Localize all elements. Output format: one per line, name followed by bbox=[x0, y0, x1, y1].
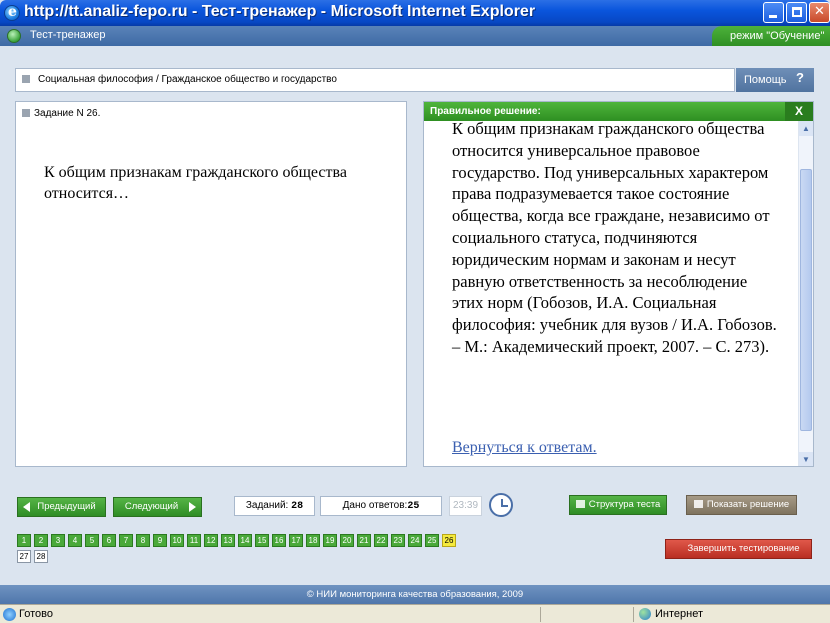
app-logo-icon bbox=[7, 29, 21, 43]
test-structure-button[interactable]: Структура теста bbox=[569, 495, 667, 515]
help-button[interactable]: Помощь ? bbox=[736, 68, 814, 92]
task-number-cell[interactable]: 7 bbox=[119, 534, 133, 547]
next-button[interactable]: Следующий bbox=[113, 497, 202, 517]
answered-counter: Дано ответов:25 bbox=[320, 496, 442, 516]
zone-text: Интернет bbox=[655, 608, 703, 620]
task-number-cell[interactable]: 27 bbox=[17, 550, 31, 563]
ie-logo-icon bbox=[4, 4, 20, 21]
task-number-cell[interactable]: 25 bbox=[425, 534, 439, 547]
task-number: Задание N 26. bbox=[34, 108, 101, 119]
task-number-cell[interactable]: 4 bbox=[68, 534, 82, 547]
answered-label: Дано ответов: bbox=[342, 500, 408, 511]
bullet-icon bbox=[22, 75, 30, 84]
task-number-cell[interactable]: 26 bbox=[442, 534, 456, 547]
help-label: Помощь bbox=[744, 74, 787, 86]
window-title: http://tt.analiz-fepo.ru - Тест-тренажер… bbox=[24, 3, 536, 20]
arrow-left-icon bbox=[23, 502, 30, 512]
task-label: Задание N 26. bbox=[22, 108, 100, 119]
solution-title: Правильное решение: bbox=[430, 106, 541, 117]
task-number-cell[interactable]: 22 bbox=[374, 534, 388, 547]
task-number-cell[interactable]: 12 bbox=[204, 534, 218, 547]
task-number-cell[interactable]: 16 bbox=[272, 534, 286, 547]
close-window-button[interactable]: ✕ bbox=[809, 2, 830, 23]
maximize-button[interactable] bbox=[786, 2, 807, 23]
back-to-answers-link[interactable]: Вернуться к ответам. bbox=[452, 439, 597, 457]
task-number-cell[interactable]: 28 bbox=[34, 550, 48, 563]
task-number-cell[interactable]: 10 bbox=[170, 534, 184, 547]
help-icon: ? bbox=[796, 70, 804, 85]
scroll-thumb[interactable] bbox=[800, 169, 812, 431]
task-number-cell[interactable]: 23 bbox=[391, 534, 405, 547]
task-number-cell[interactable]: 14 bbox=[238, 534, 252, 547]
show-solution-label: Показать решение bbox=[706, 499, 790, 510]
task-number-cell[interactable]: 24 bbox=[408, 534, 422, 547]
book-icon bbox=[693, 500, 703, 508]
status-divider bbox=[540, 607, 541, 622]
task-number-cell[interactable]: 3 bbox=[51, 534, 65, 547]
internet-zone-icon bbox=[639, 608, 651, 620]
task-number-cell[interactable]: 20 bbox=[340, 534, 354, 547]
copyright-footer: © НИИ мониторинга качества образования, … bbox=[0, 585, 830, 604]
task-number-cell[interactable]: 8 bbox=[136, 534, 150, 547]
task-number-cell[interactable]: 21 bbox=[357, 534, 371, 547]
task-number-cell[interactable]: 13 bbox=[221, 534, 235, 547]
page-status-icon bbox=[3, 608, 16, 621]
task-number-cell[interactable]: 2 bbox=[34, 534, 48, 547]
finish-test-button[interactable]: Завершить тестирование bbox=[665, 539, 812, 559]
previous-button[interactable]: Предыдущий bbox=[17, 497, 106, 517]
app-title: Тест-тренажер bbox=[30, 29, 106, 41]
minimize-icon bbox=[769, 15, 777, 18]
answered-count: 25 bbox=[407, 501, 420, 512]
structure-label: Структура теста bbox=[588, 499, 661, 510]
task-number-cell[interactable]: 19 bbox=[323, 534, 337, 547]
window-titlebar: http://tt.analiz-fepo.ru - Тест-тренажер… bbox=[0, 0, 830, 26]
task-number-cell[interactable]: 17 bbox=[289, 534, 303, 547]
status-text: Готово bbox=[19, 608, 53, 620]
structure-icon bbox=[575, 500, 585, 508]
mode-badge: режим "Обучение" bbox=[712, 26, 830, 46]
clock-icon bbox=[489, 493, 513, 517]
task-number-cell[interactable]: 6 bbox=[102, 534, 116, 547]
finish-label: Завершить тестирование bbox=[687, 543, 800, 554]
task-number-cell[interactable]: 5 bbox=[85, 534, 99, 547]
scroll-down-icon[interactable]: ▼ bbox=[799, 452, 813, 466]
minimize-button[interactable] bbox=[763, 2, 784, 23]
task-number-cell[interactable]: 15 bbox=[255, 534, 269, 547]
solution-panel: Правильное решение: X К общим признакам … bbox=[423, 101, 814, 467]
breadcrumb: Социальная философия / Гражданское общес… bbox=[15, 68, 735, 92]
scroll-up-icon[interactable]: ▲ bbox=[799, 121, 813, 136]
bullet-icon bbox=[22, 109, 30, 118]
task-number-cell[interactable]: 18 bbox=[306, 534, 320, 547]
solution-scrollbar[interactable]: ▲ ▼ bbox=[798, 121, 813, 466]
tasks-count: 28 bbox=[291, 501, 304, 512]
task-number-cell[interactable]: 9 bbox=[153, 534, 167, 547]
previous-label: Предыдущий bbox=[37, 501, 96, 512]
question-text: К общим признакам гражданского общества … bbox=[44, 164, 347, 202]
tasks-counter: Заданий: 28 bbox=[234, 496, 315, 516]
question-panel: Задание N 26. К общим признакам гражданс… bbox=[15, 101, 407, 467]
task-number-cell[interactable]: 11 bbox=[187, 534, 201, 547]
tasks-label: Заданий: bbox=[245, 500, 289, 511]
show-solution-button[interactable]: Показать решение bbox=[686, 495, 797, 515]
status-divider bbox=[633, 607, 634, 622]
maximize-icon bbox=[792, 7, 802, 17]
app-header: Тест-тренажер bbox=[0, 26, 830, 46]
browser-statusbar: Готово Интернет bbox=[0, 604, 830, 623]
solution-text: К общим признакам гражданского общества … bbox=[452, 119, 777, 356]
breadcrumb-text: Социальная философия / Гражданское общес… bbox=[38, 74, 337, 85]
timer: 23:39 bbox=[449, 496, 482, 516]
next-label: Следующий bbox=[124, 501, 179, 512]
task-number-cell[interactable]: 1 bbox=[17, 534, 31, 547]
close-solution-button[interactable]: X bbox=[785, 102, 813, 121]
arrow-right-icon bbox=[189, 502, 196, 512]
